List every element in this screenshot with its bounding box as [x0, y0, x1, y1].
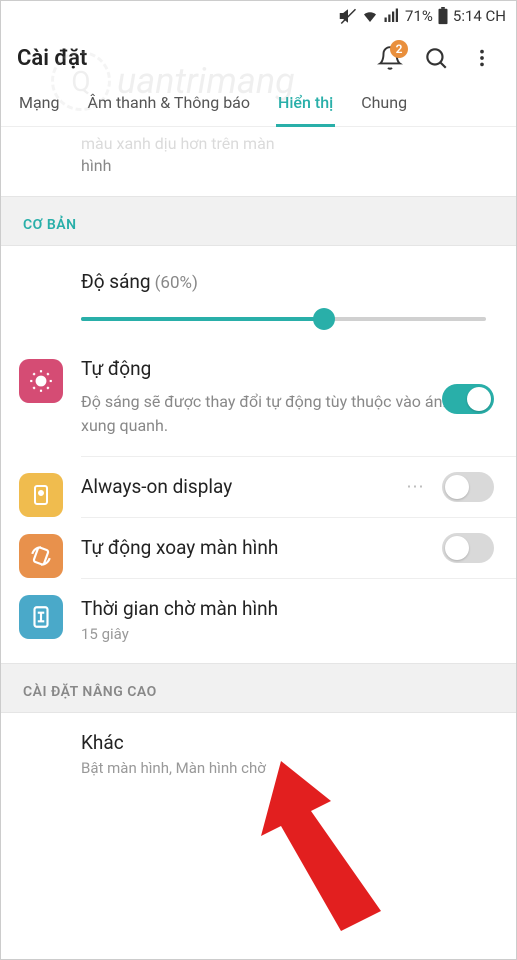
header: Cài đặt 2 — [1, 31, 516, 81]
overflow-menu-button[interactable] — [464, 47, 500, 69]
slider-thumb[interactable] — [313, 308, 335, 330]
rotate-icon — [19, 534, 63, 578]
timeout-sub: 15 giây — [81, 624, 494, 645]
battery-icon — [437, 7, 449, 25]
auto-title: Tự động — [81, 357, 494, 380]
clock-text: 5:14 CH — [453, 7, 506, 25]
rotate-row[interactable]: Tự động xoay màn hình — [1, 518, 516, 578]
aod-row[interactable]: Always-on display ⋯ — [1, 457, 516, 517]
other-sub: Bật màn hình, Màn hình chờ — [81, 758, 494, 779]
notifications-button[interactable]: 2 — [372, 45, 408, 71]
brightness-label: Độ sáng — [81, 270, 151, 293]
battery-text: 71% — [405, 7, 433, 25]
section-basic: CƠ BẢN — [1, 196, 516, 246]
auto-brightness-row[interactable]: Tự động Độ sáng sẽ được thay đổi tự động… — [1, 343, 516, 456]
content: màu xanh dịu hơn trên màn hình CƠ BẢN Độ… — [1, 127, 516, 797]
other-row[interactable]: Khác Bật màn hình, Màn hình chờ — [1, 713, 516, 797]
status-bar: 71% 5:14 CH — [1, 1, 516, 31]
aod-toggle[interactable] — [442, 472, 494, 502]
auto-brightness-toggle[interactable] — [442, 384, 494, 414]
brightness-icon — [19, 359, 63, 403]
page-title: Cài đặt — [17, 46, 362, 71]
brightness-row: Độ sáng (60%) — [1, 246, 516, 299]
tabs: Mạng Âm thanh & Thông báo Hiển thị Chung — [1, 81, 516, 127]
section-advanced: CÀI ĐẶT NÂNG CAO — [1, 663, 516, 713]
rotate-title: Tự động xoay màn hình — [81, 536, 494, 559]
tab-sound[interactable]: Âm thanh & Thông báo — [86, 81, 253, 126]
search-button[interactable] — [418, 45, 454, 71]
other-title: Khác — [81, 731, 494, 754]
brightness-slider[interactable] — [1, 299, 516, 343]
brightness-percent: (60%) — [155, 273, 198, 293]
wifi-icon — [361, 7, 379, 25]
auto-desc: Độ sáng sẽ được thay đổi tự động tùy thu… — [81, 390, 494, 438]
tab-display[interactable]: Hiển thị — [276, 81, 335, 126]
signal-icon — [383, 7, 401, 25]
timeout-row[interactable]: Thời gian chờ màn hình 15 giây — [1, 579, 516, 663]
mute-icon — [339, 7, 357, 25]
tab-general[interactable]: Chung — [359, 81, 409, 126]
notification-badge: 2 — [390, 40, 408, 58]
partial-item-text: màu xanh dịu hơn trên màn hình — [1, 127, 516, 196]
timeout-title: Thời gian chờ màn hình — [81, 597, 494, 620]
timeout-icon — [19, 595, 63, 639]
tab-network[interactable]: Mạng — [17, 81, 62, 126]
aod-title: Always-on display — [81, 475, 494, 498]
rotate-toggle[interactable] — [442, 533, 494, 563]
aod-icon — [19, 473, 63, 517]
aod-more-icon[interactable]: ⋯ — [406, 476, 426, 497]
